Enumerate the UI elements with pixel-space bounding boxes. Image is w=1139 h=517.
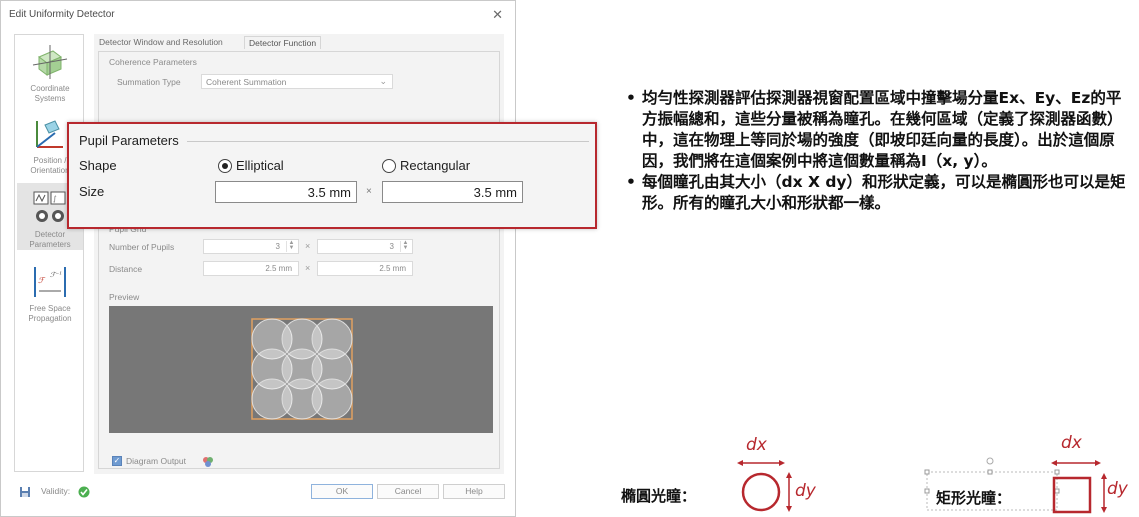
chevron-down-icon: ⌄: [379, 76, 387, 86]
times-icon: ×: [366, 186, 372, 197]
cancel-button[interactable]: Cancel: [377, 484, 439, 499]
pupil-preview-graphic: [251, 318, 353, 420]
note-item: 均勻性探測器評估探測器視窗配置區域中撞擊場分量Ex、Ey、Ez的平方振幅總和，這…: [626, 88, 1126, 172]
rectangular-label: Rectangular: [400, 158, 471, 173]
rectangular-pupil-caption: 矩形光瞳：: [936, 489, 1012, 507]
tab-detector-window-and-resolution[interactable]: Detector Window and Resolution: [95, 36, 227, 48]
pupil-parameters-title: Pupil Parameters: [79, 133, 179, 148]
number-of-pupils-x-input[interactable]: 3 ▲ ▼: [203, 239, 299, 254]
nav-label: Detector Parameters: [29, 230, 71, 249]
coordinate-systems-icon: [31, 43, 69, 81]
size-x-input[interactable]: 3.5 mm: [215, 181, 357, 203]
rectangular-pupil-diagram: [1051, 460, 1107, 514]
summation-type-value: Coherent Summation: [206, 77, 287, 87]
spinner-icon[interactable]: ▲ ▼: [286, 240, 296, 252]
number-of-pupils-y-value: 3: [389, 242, 394, 251]
distance-x-input[interactable]: 2.5 mm: [203, 261, 299, 276]
number-of-pupils-y-input[interactable]: 3 ▲ ▼: [317, 239, 413, 254]
content-area: Detector Window and Resolution Detector …: [94, 34, 504, 474]
svg-text:∫: ∫: [53, 195, 57, 203]
distance-y-input[interactable]: 2.5 mm: [317, 261, 413, 276]
elliptical-pupil-diagram: [737, 460, 792, 512]
size-label: Size: [79, 184, 105, 199]
valid-check-icon: [78, 485, 90, 503]
left-navigation: Coordinate Systems Position / Orientatio…: [14, 34, 84, 472]
dialog-titlebar: Edit Uniformity Detector ✕: [1, 1, 515, 31]
nav-label: Free Space Propagation: [28, 304, 72, 323]
size-x-value: 3.5 mm: [307, 185, 351, 200]
dialog-title: Edit Uniformity Detector: [9, 9, 115, 20]
elliptical-pupil-caption: 橢圓光瞳：: [621, 487, 697, 505]
position-orientation-icon: [31, 115, 69, 153]
dialog-footer: Validity: OK Cancel Help: [1, 477, 515, 517]
dx-label: dx: [746, 435, 767, 455]
times-icon: ×: [305, 241, 311, 251]
svg-text:ℱ: ℱ: [38, 276, 46, 285]
dy-label: dy: [795, 481, 816, 501]
nav-label: Coordinate Systems: [30, 84, 70, 103]
tab-strip: Detector Window and Resolution Detector …: [94, 34, 504, 52]
save-icon[interactable]: [19, 485, 31, 503]
summation-type-label: Summation Type: [117, 77, 181, 87]
summation-type-select[interactable]: Coherent Summation ⌄: [201, 74, 393, 89]
elliptical-label: Elliptical: [236, 158, 284, 173]
tab-detector-function[interactable]: Detector Function: [244, 36, 322, 49]
dy-label: dy: [1107, 479, 1128, 499]
number-of-pupils-x-value: 3: [275, 242, 280, 251]
edit-uniformity-detector-dialog: Edit Uniformity Detector ✕ Coordinate Sy…: [0, 0, 516, 517]
detector-parameters-icon: ∫: [31, 189, 69, 227]
elliptical-radio[interactable]: [218, 159, 232, 173]
size-y-value: 3.5 mm: [473, 185, 517, 200]
close-icon[interactable]: ✕: [492, 7, 503, 23]
spinner-icon[interactable]: ▲ ▼: [400, 240, 410, 252]
distance-label: Distance: [109, 264, 143, 274]
pupil-parameters-panel: Pupil Parameters Shape Elliptical Rectan…: [67, 122, 597, 229]
preview-label: Preview: [109, 292, 140, 302]
validity-label: Validity:: [41, 486, 71, 496]
free-space-propagation-icon: ℱ ℱ⁻¹: [31, 263, 69, 301]
svg-text:ℱ⁻¹: ℱ⁻¹: [50, 271, 62, 279]
distance-x-value: 2.5 mm: [265, 264, 292, 273]
nav-item-free-space-propagation[interactable]: ℱ ℱ⁻¹ Free Space Propagation: [17, 257, 83, 324]
distance-y-value: 2.5 mm: [379, 264, 406, 273]
pupil-preview: [109, 306, 493, 433]
ok-button[interactable]: OK: [311, 484, 373, 499]
rectangular-radio[interactable]: [382, 159, 396, 173]
diagram-settings-icon[interactable]: [201, 455, 215, 474]
diagram-output-label: Diagram Output: [126, 456, 186, 466]
shape-label: Shape: [79, 158, 117, 173]
coherence-parameters-title: Coherence Parameters: [109, 57, 197, 67]
dx-label: dx: [1061, 433, 1082, 453]
group-divider: [187, 141, 589, 142]
help-button[interactable]: Help: [443, 484, 505, 499]
number-of-pupils-label: Number of Pupils: [109, 242, 175, 252]
diagram-output-checkbox[interactable]: ✓: [112, 456, 122, 466]
size-y-input[interactable]: 3.5 mm: [382, 181, 523, 203]
explanation-notes: 均勻性探測器評估探測器視窗配置區域中撞擊場分量Ex、Ey、Ez的平方振幅總和，這…: [626, 88, 1126, 214]
times-icon: ×: [305, 263, 311, 273]
nav-item-coordinate-systems[interactable]: Coordinate Systems: [17, 37, 83, 104]
note-item: 每個瞳孔由其大小（dx X dy）和形狀定義，可以是橢圓形也可以是矩形。所有的瞳…: [626, 172, 1126, 214]
detector-function-panel: Coherence Parameters Summation Type Cohe…: [98, 51, 500, 469]
